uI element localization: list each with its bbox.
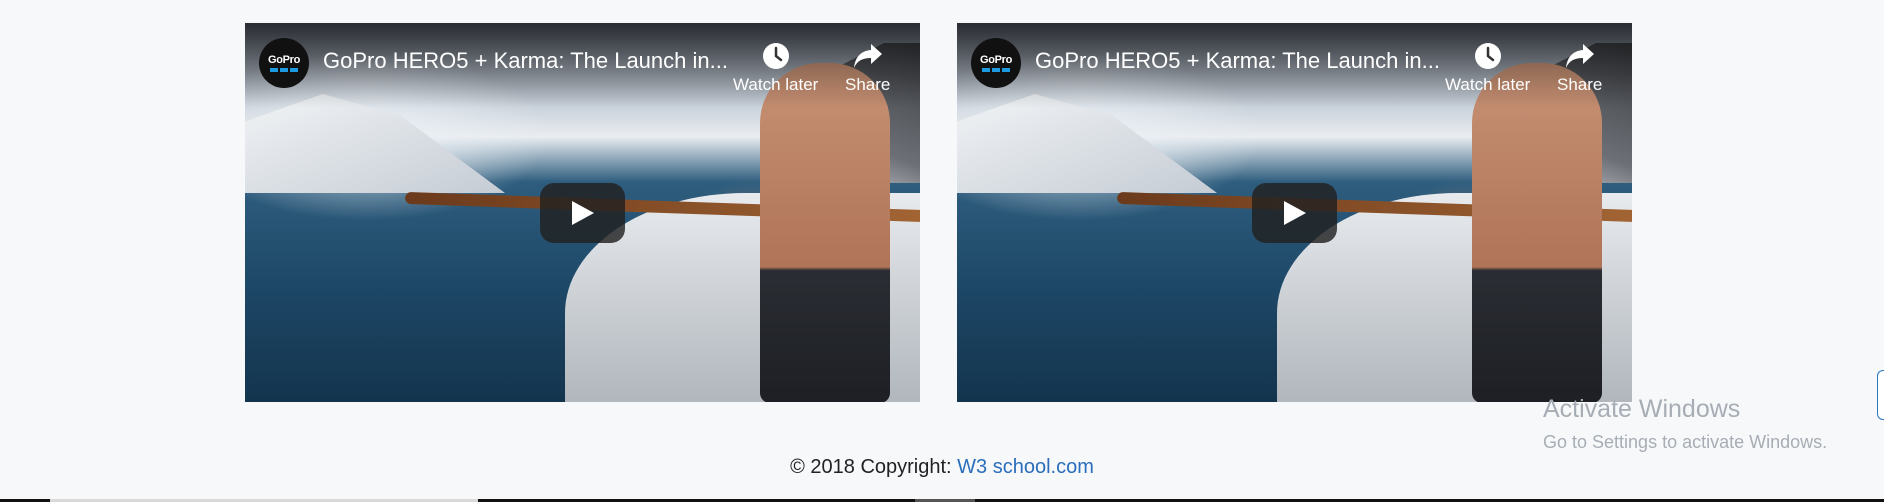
watermark-subtitle: Go to Settings to activate Windows.	[1543, 432, 1828, 452]
share-button[interactable]: Share	[1557, 39, 1602, 95]
video-title[interactable]: GoPro HERO5 + Karma: The Launch in...	[1035, 48, 1455, 74]
share-arrow-icon	[852, 39, 884, 73]
channel-logo[interactable]: GoPro	[971, 38, 1021, 88]
watch-later-label: Watch later	[1445, 75, 1531, 94]
footer: © 2018 Copyright: W3 school.com	[0, 456, 1884, 479]
watermark-title: Activate Windows	[1543, 395, 1741, 423]
clock-icon	[1473, 39, 1503, 73]
footer-copyright: © 2018 Copyright:	[790, 456, 958, 478]
play-icon	[571, 201, 594, 225]
side-edge-tab[interactable]	[1877, 370, 1884, 420]
video-thumbnail-scene	[1472, 63, 1602, 402]
channel-logo-text: GoPro	[267, 54, 301, 66]
share-label: Share	[1557, 75, 1603, 94]
channel-logo-text: GoPro	[979, 54, 1013, 66]
share-button[interactable]: Share	[845, 39, 890, 95]
play-button[interactable]	[1252, 183, 1337, 243]
footer-link[interactable]: W3 school.com	[957, 456, 1094, 478]
video-thumbnail-scene	[760, 63, 890, 402]
video-embed-1[interactable]: GoPro GoPro HERO5 + Karma: The Launch in…	[245, 23, 920, 402]
clock-icon	[761, 39, 791, 73]
watch-later-button[interactable]: Watch later	[733, 39, 818, 95]
gopro-bars-icon	[270, 68, 298, 72]
windows-activation-watermark: Activate Windows Go to Settings to activ…	[1543, 395, 1827, 453]
watch-later-label: Watch later	[733, 75, 819, 94]
play-button[interactable]	[540, 183, 625, 243]
video-embed-2[interactable]: GoPro GoPro HERO5 + Karma: The Launch in…	[957, 23, 1632, 402]
share-arrow-icon	[1564, 39, 1596, 73]
channel-logo[interactable]: GoPro	[259, 38, 309, 88]
share-label: Share	[845, 75, 891, 94]
video-title[interactable]: GoPro HERO5 + Karma: The Launch in...	[323, 48, 743, 74]
play-icon	[1283, 201, 1306, 225]
watch-later-button[interactable]: Watch later	[1445, 39, 1530, 95]
gopro-bars-icon	[982, 68, 1010, 72]
